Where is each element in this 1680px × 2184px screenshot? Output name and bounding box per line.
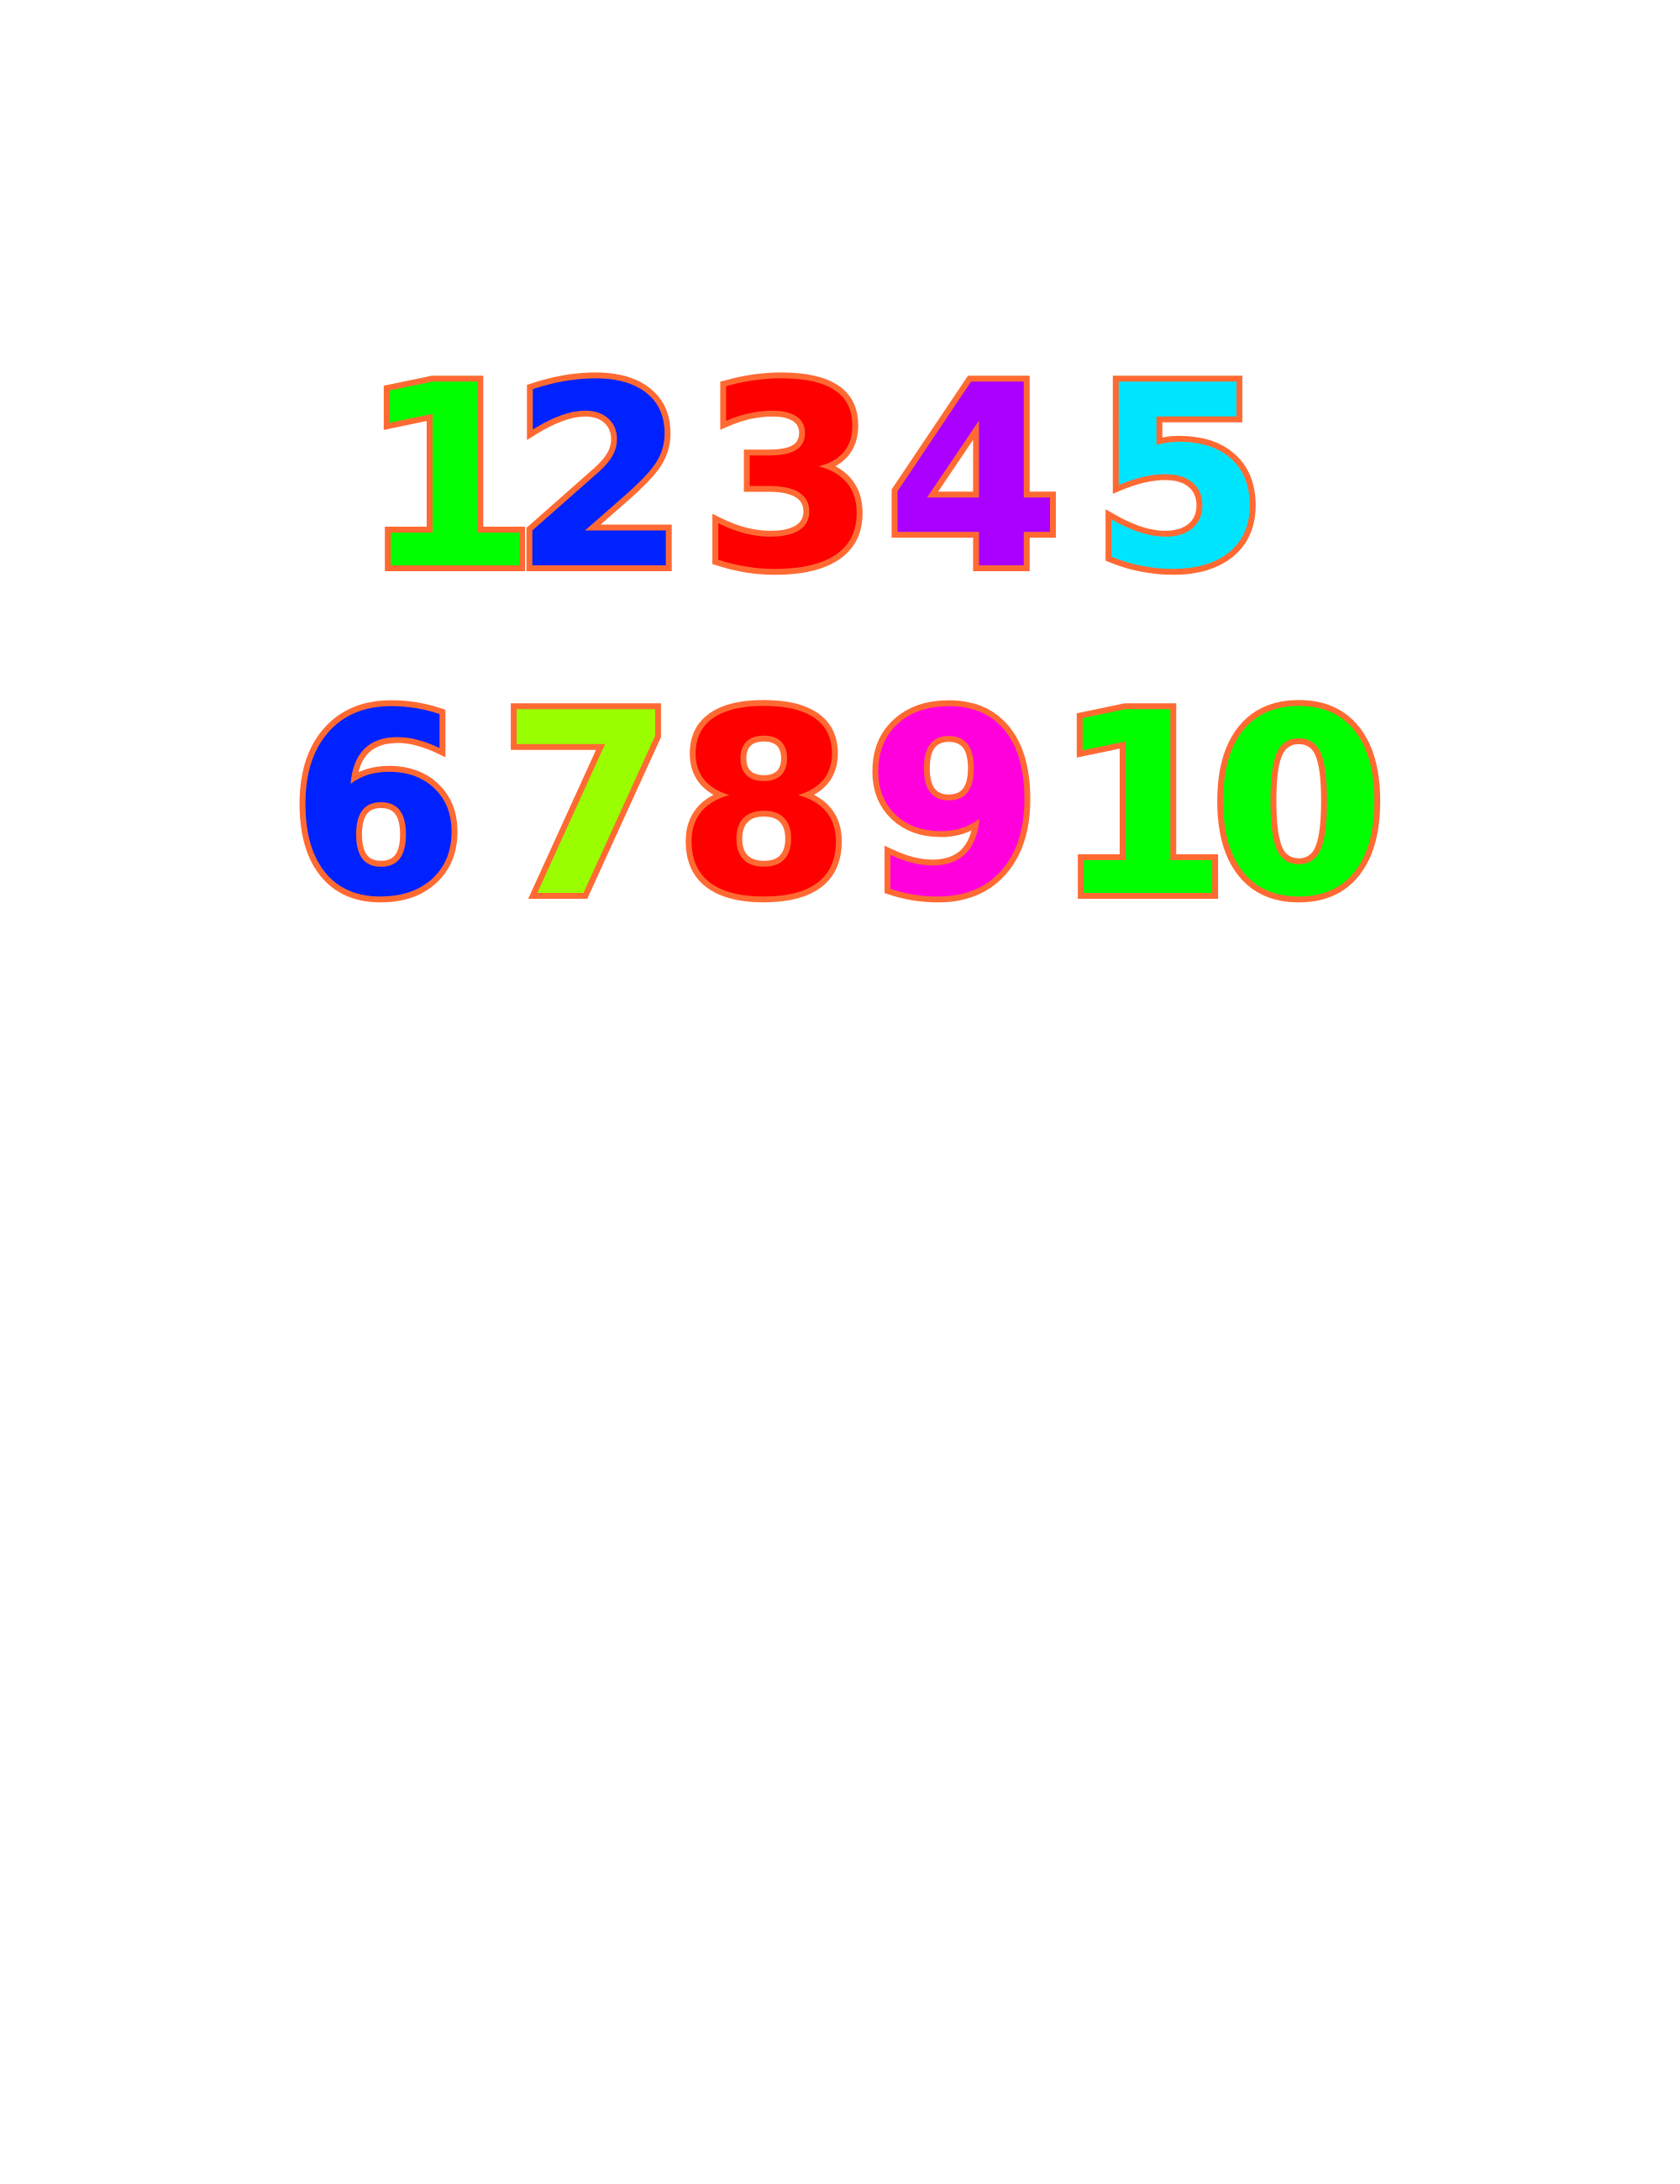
number-7: 7 [494, 659, 681, 953]
number-6: 6 [284, 659, 471, 953]
number-10: 10 [1048, 659, 1393, 953]
number-3: 3 [696, 332, 883, 625]
number-4: 4 [880, 332, 1068, 625]
number-sheet: 1 2 3 4 5 6 7 8 9 10 [0, 0, 1680, 2184]
number-9: 9 [859, 659, 1047, 953]
number-1: 1 [355, 332, 543, 625]
number-5: 5 [1086, 332, 1273, 625]
number-2: 2 [507, 332, 694, 625]
number-8: 8 [670, 659, 858, 953]
